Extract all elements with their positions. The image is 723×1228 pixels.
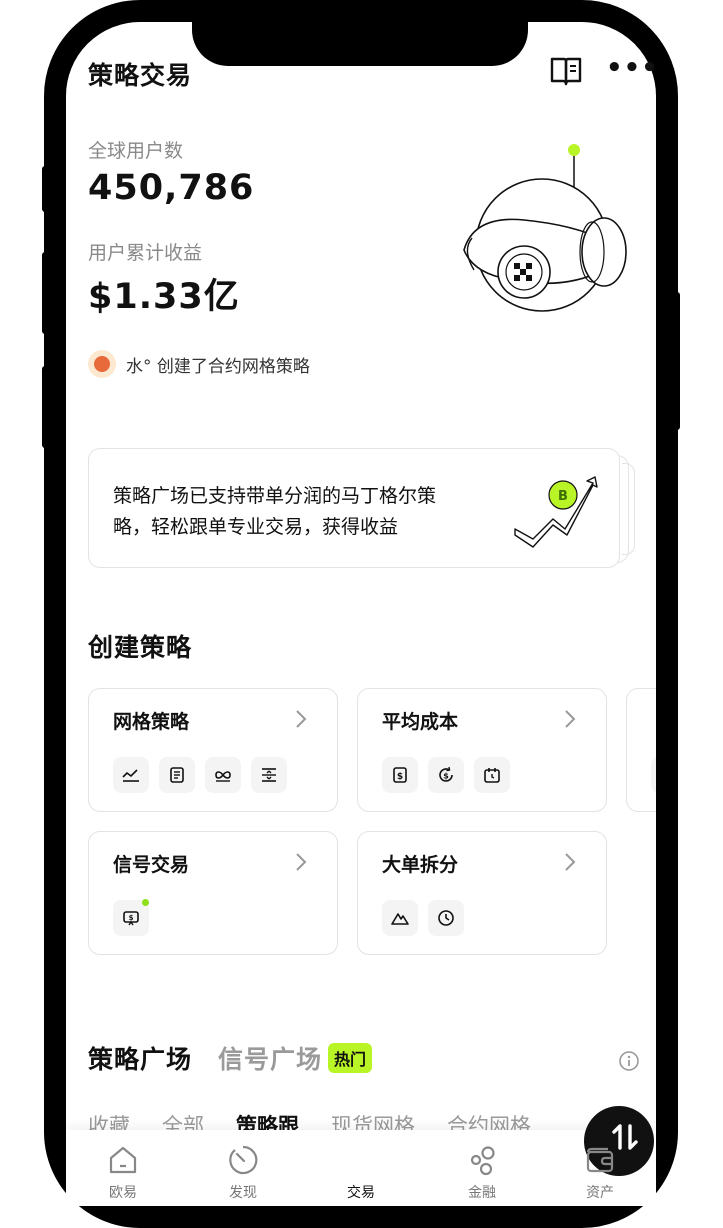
growth-chart-icon: B bbox=[514, 476, 598, 548]
nav-home[interactable]: 欧易 bbox=[83, 1130, 163, 1206]
users-label: 全球用户数 bbox=[88, 140, 184, 162]
nav-label: 发现 bbox=[229, 1185, 257, 1201]
mountain-icon bbox=[382, 900, 418, 936]
nav-discover[interactable]: 发现 bbox=[203, 1130, 283, 1206]
robot-illustration bbox=[463, 144, 627, 312]
refresh-dollar-icon: $ bbox=[428, 757, 464, 793]
chevron-right-icon bbox=[565, 853, 576, 871]
calendar-icon bbox=[474, 757, 510, 793]
promo-banner[interactable]: 策略广场已支持带单分润的马丁格尔策略，轻松跟单专业交易，获得收益 B bbox=[88, 448, 620, 568]
info-icon[interactable] bbox=[618, 1050, 640, 1072]
tab-signal-plaza[interactable]: 信号广场 bbox=[218, 1040, 322, 1076]
card-title: 平均成本 bbox=[382, 711, 459, 733]
nav-trade[interactable]: 交易 bbox=[321, 1106, 654, 1206]
svg-text:B: B bbox=[558, 489, 568, 504]
svg-text:$: $ bbox=[129, 914, 134, 922]
avatar bbox=[88, 350, 116, 378]
nav-assets[interactable]: 资产 bbox=[560, 1130, 640, 1206]
strategy-card-grid[interactable]: 网格策略 bbox=[88, 688, 338, 812]
strategy-card-signal[interactable]: 信号交易 $ bbox=[88, 831, 338, 955]
page-title: 策略交易 bbox=[88, 61, 193, 90]
clock-icon bbox=[428, 900, 464, 936]
earnings-value: $1.33亿 bbox=[88, 277, 240, 317]
earnings-label: 用户累计收益 bbox=[88, 242, 203, 264]
compass-icon bbox=[229, 1145, 258, 1175]
range-icon bbox=[251, 757, 287, 793]
nav-label: 欧易 bbox=[109, 1185, 137, 1201]
bottom-nav: 欧易 发现 交易 金融 资产 bbox=[66, 1106, 656, 1206]
home-icon bbox=[109, 1146, 137, 1174]
partial-card-icon bbox=[651, 757, 656, 793]
strategy-card-partial[interactable] bbox=[626, 688, 656, 812]
more-icon[interactable]: ••• bbox=[606, 55, 656, 84]
card-title: 信号交易 bbox=[113, 854, 190, 876]
chevron-right-icon bbox=[565, 710, 576, 728]
new-indicator-dot bbox=[142, 899, 149, 906]
promo-text: 策略广场已支持带单分润的马丁格尔策略，轻松跟单专业交易，获得收益 bbox=[113, 485, 437, 538]
notch bbox=[192, 0, 528, 66]
card-title: 网格策略 bbox=[113, 711, 190, 733]
svg-text:$: $ bbox=[397, 772, 403, 782]
nav-label: 交易 bbox=[347, 1185, 375, 1201]
activity-ticker: 水° 创建了合约网格策略 bbox=[88, 346, 310, 382]
chevron-right-icon bbox=[296, 853, 307, 871]
document-icon bbox=[159, 757, 195, 793]
chevron-right-icon bbox=[296, 710, 307, 728]
dollar-doc-icon: $ bbox=[382, 757, 418, 793]
wallet-icon bbox=[586, 1147, 614, 1173]
signal-screen-icon: $ bbox=[113, 899, 149, 936]
strategy-card-dca[interactable]: 平均成本 $ $ bbox=[357, 688, 607, 812]
bubbles-icon bbox=[470, 1146, 495, 1176]
nav-label: 金融 bbox=[468, 1185, 496, 1201]
infinity-icon bbox=[205, 757, 241, 793]
book-icon[interactable] bbox=[550, 56, 582, 86]
card-title: 大单拆分 bbox=[382, 854, 459, 876]
svg-text:$: $ bbox=[443, 772, 449, 781]
users-value: 450,786 bbox=[88, 168, 255, 208]
hot-badge: 热门 bbox=[328, 1043, 373, 1073]
strategy-card-twap[interactable]: 大单拆分 bbox=[357, 831, 607, 955]
nav-label: 资产 bbox=[586, 1185, 614, 1201]
app-screen: 策略交易 ••• 全球用户数 450,786 用户累计收益 $1.33亿 水° … bbox=[66, 22, 656, 1206]
tab-strategy-plaza[interactable]: 策略广场 bbox=[88, 1040, 192, 1076]
activity-text: 水° 创建了合约网格策略 bbox=[126, 356, 310, 377]
plaza-tabs: 策略广场 信号广场 热门 bbox=[88, 1040, 373, 1076]
nav-finance[interactable]: 金融 bbox=[442, 1130, 522, 1206]
grid-chart-icon bbox=[113, 757, 149, 793]
create-strategy-title: 创建策略 bbox=[88, 633, 193, 662]
